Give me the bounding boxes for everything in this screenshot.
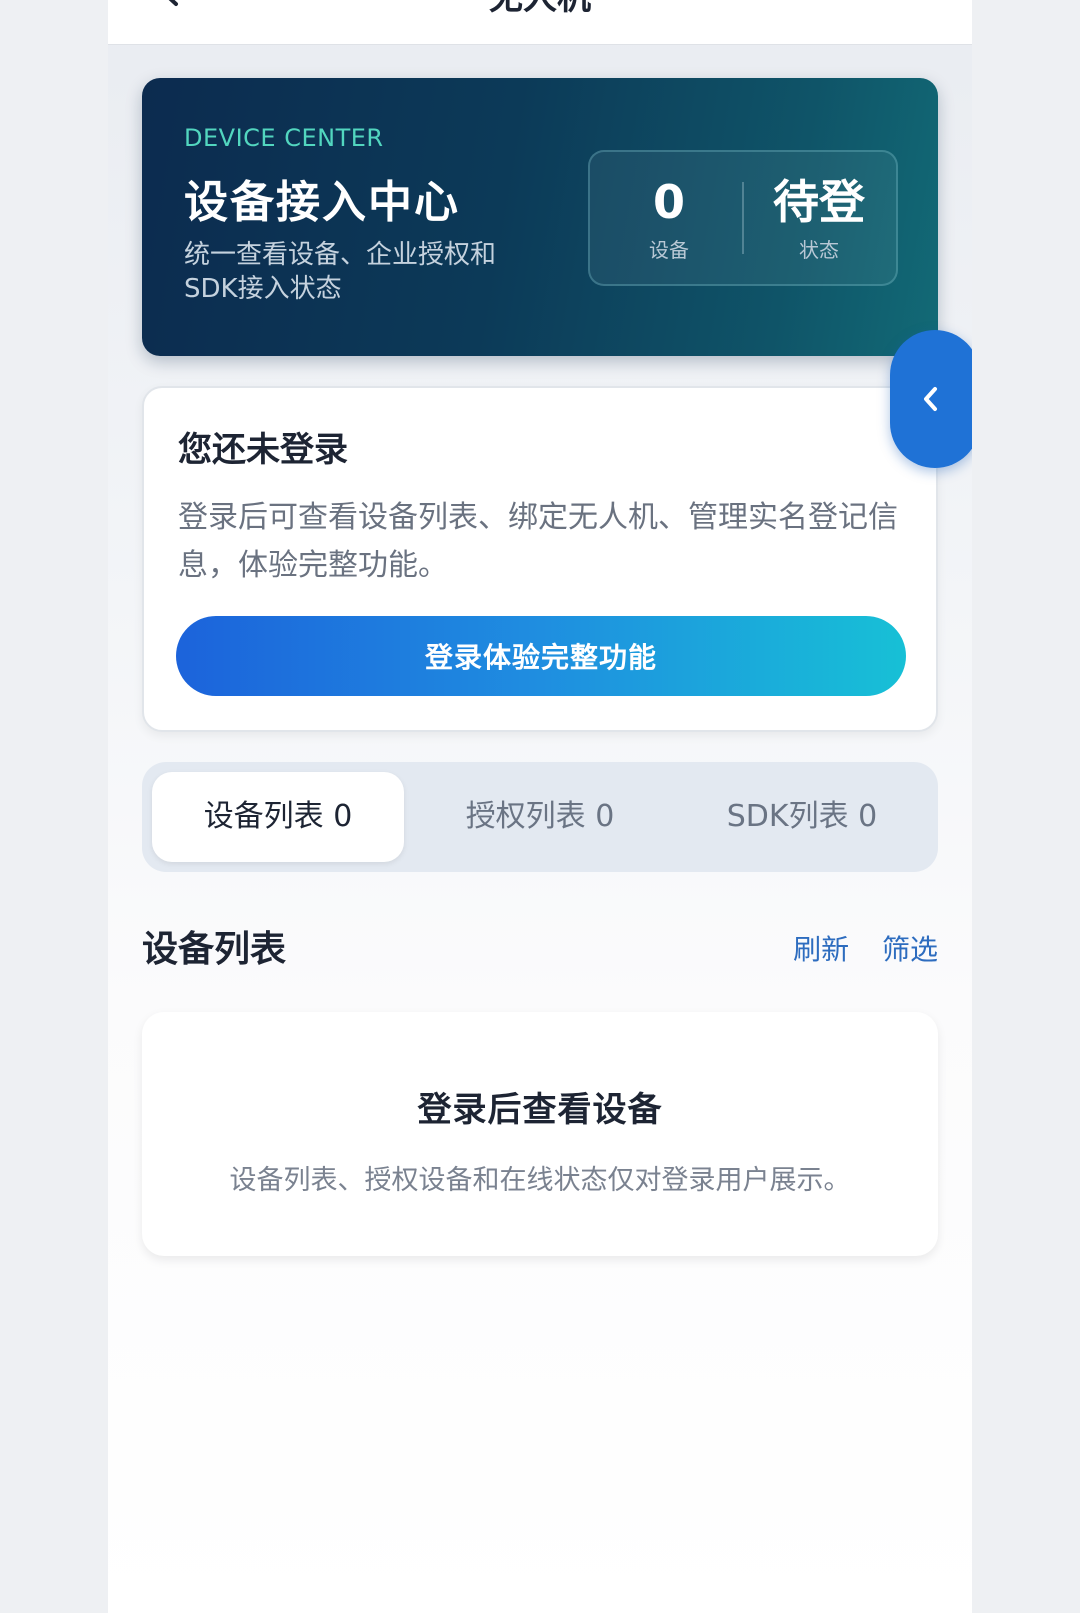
stat-status: 待登 状态 xyxy=(744,174,894,263)
login-button[interactable]: 登录体验完整功能 xyxy=(176,616,906,696)
tab-sdk-list[interactable]: SDK列表 0 xyxy=(676,772,928,862)
banner-tag: DEVICE CENTER xyxy=(184,124,384,152)
app-screen: 无人机 DEVICE CENTER 设备接入中心 统一查看设备、企业授权和SDK… xyxy=(108,0,972,1613)
list-tabs: 设备列表 0 授权列表 0 SDK列表 0 xyxy=(142,762,938,872)
filter-link[interactable]: 筛选 xyxy=(882,933,938,966)
page-title: 无人机 xyxy=(108,0,972,18)
login-prompt-title: 您还未登录 xyxy=(178,430,348,470)
stat-device-count: 0 设备 xyxy=(594,174,744,263)
tab-authorization-list[interactable]: 授权列表 0 xyxy=(414,772,666,862)
stat-value: 待登 xyxy=(773,175,865,229)
top-nav-bar: 无人机 xyxy=(108,0,972,45)
stat-label: 设备 xyxy=(649,238,689,262)
chevron-left-icon xyxy=(924,387,937,411)
stat-value: 0 xyxy=(652,175,685,229)
banner-stats-box: 0 设备 待登 状态 xyxy=(588,150,898,286)
banner-title: 设备接入中心 xyxy=(184,177,460,228)
empty-state-title: 登录后查看设备 xyxy=(417,1090,663,1130)
login-prompt-card: 您还未登录 登录后可查看设备列表、绑定无人机、管理实名登记信息，体验完整功能。 … xyxy=(142,386,938,732)
login-prompt-description: 登录后可查看设备列表、绑定无人机、管理实名登记信息，体验完整功能。 xyxy=(178,500,898,583)
empty-state-description: 设备列表、授权设备和在线状态仅对登录用户展示。 xyxy=(229,1165,851,1196)
empty-state-card: 登录后查看设备 设备列表、授权设备和在线状态仅对登录用户展示。 xyxy=(142,1012,938,1256)
banner-subtitle: 统一查看设备、企业授权和SDK接入状态 xyxy=(184,240,497,304)
section-actions: 刷新 筛选 xyxy=(769,928,938,968)
stat-label: 状态 xyxy=(799,238,839,262)
tab-device-list[interactable]: 设备列表 0 xyxy=(152,772,404,862)
device-center-banner: DEVICE CENTER 设备接入中心 统一查看设备、企业授权和SDK接入状态… xyxy=(142,78,938,356)
section-title: 设备列表 xyxy=(142,929,287,970)
side-drawer-toggle[interactable] xyxy=(890,330,972,468)
refresh-link[interactable]: 刷新 xyxy=(793,933,849,966)
